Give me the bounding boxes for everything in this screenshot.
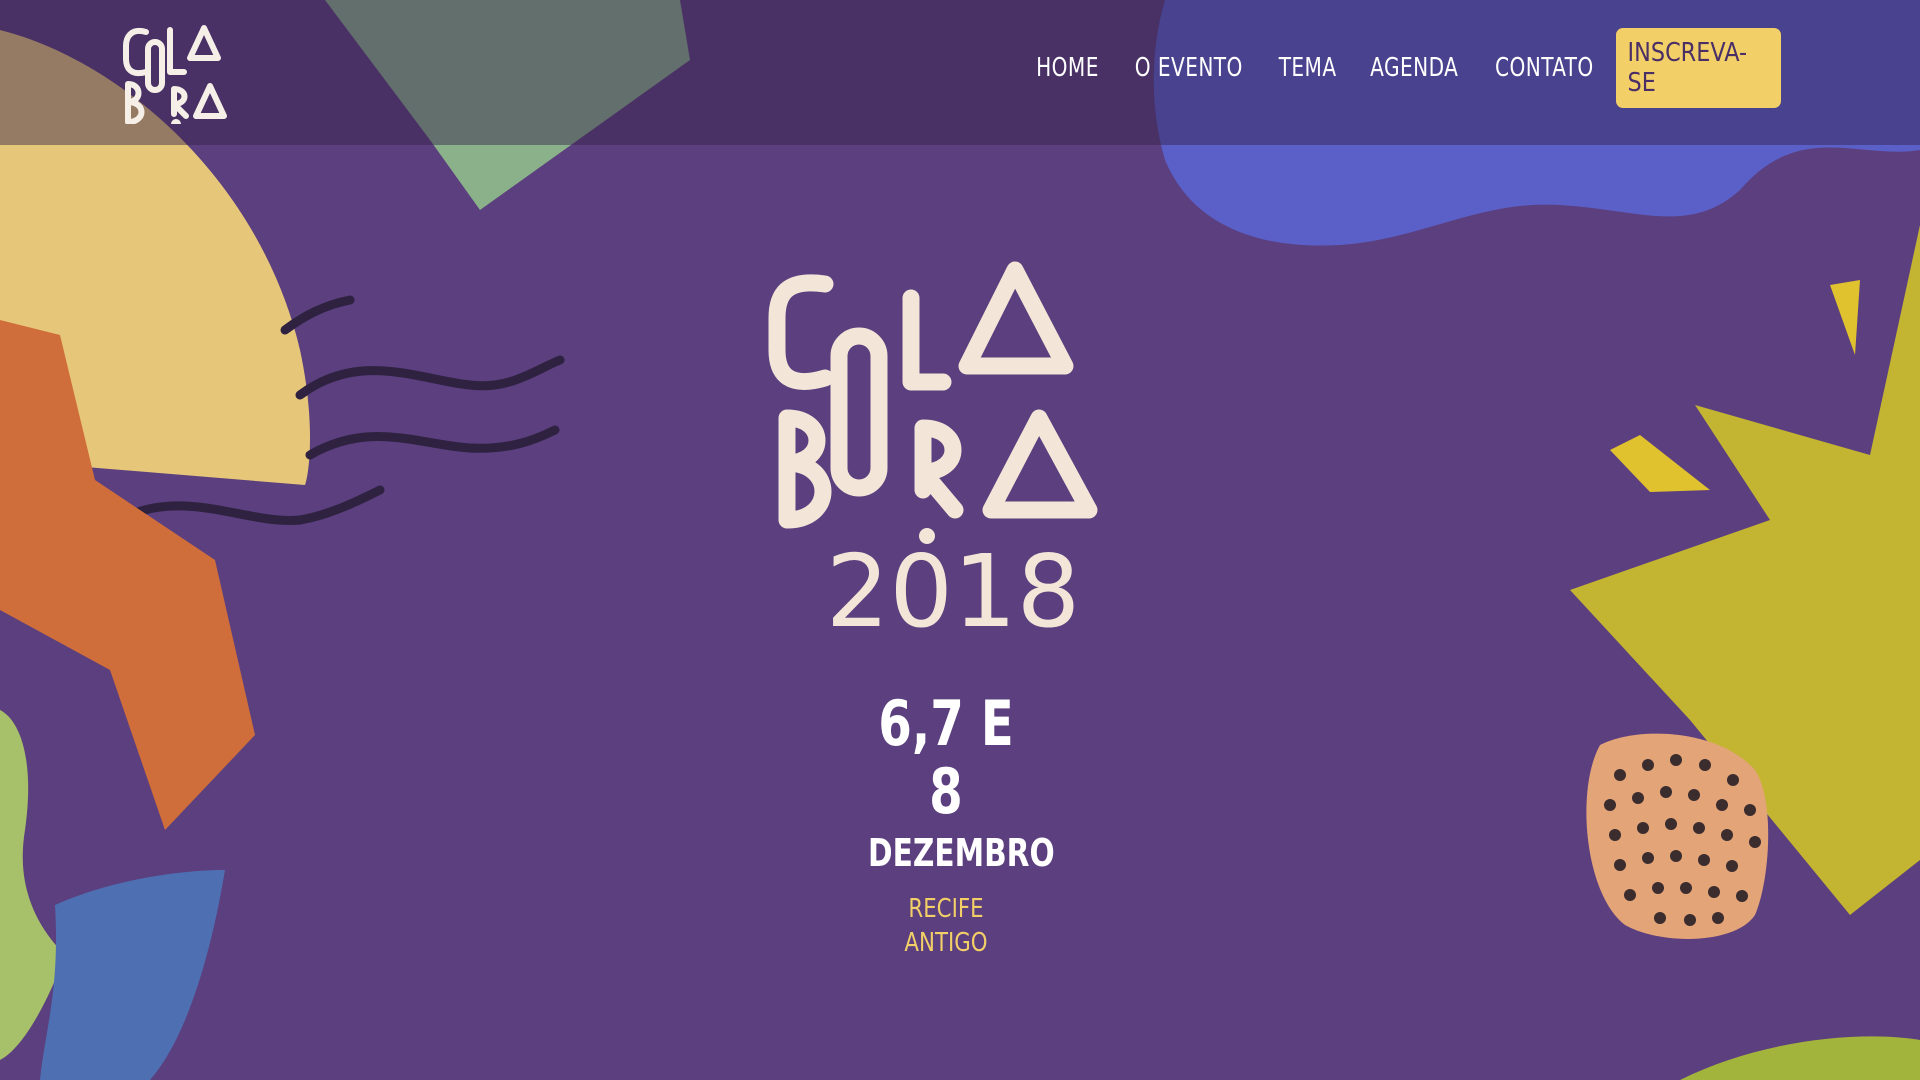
nav-tema[interactable]: TEMA	[1278, 53, 1336, 83]
inscreva-se-button[interactable]: INSCREVA-SE	[1616, 28, 1781, 108]
inscreva-se-label: INSCREVA-SE	[1627, 38, 1748, 98]
colabora-logo[interactable]	[118, 14, 258, 124]
event-month: DEZEMBRO	[868, 831, 1055, 875]
nav-agenda[interactable]: AGENDA	[1370, 53, 1458, 83]
nav-contato[interactable]: CONTATO	[1495, 53, 1594, 83]
logo-year: 2018	[826, 533, 1081, 643]
main-nav: HOME O EVENTO TEMA AGENDA CONTATO INSCRE…	[1009, 28, 1781, 108]
colabora-2018-logo: 2018	[768, 261, 1098, 643]
nav-home[interactable]: HOME	[1036, 53, 1099, 83]
event-info: 6,7 E 8 DEZEMBRO RECIFE ANTIGO	[846, 687, 1055, 960]
nav-o-evento[interactable]: O EVENTO	[1135, 53, 1243, 83]
event-dates: 6,7 E 8	[878, 687, 1014, 828]
event-location: RECIFE ANTIGO	[904, 894, 988, 958]
